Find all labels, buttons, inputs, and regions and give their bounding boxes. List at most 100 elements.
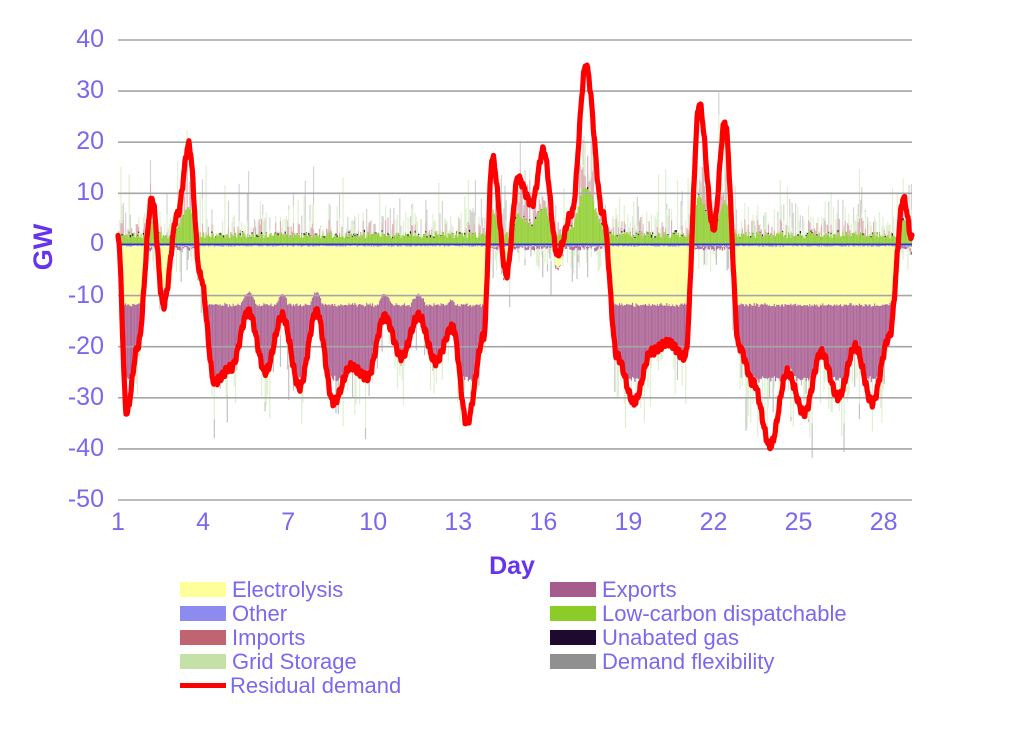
bar-grid-storage-discharge xyxy=(419,236,421,238)
bar-exports xyxy=(782,304,784,377)
bar-low-carbon-dispatchable xyxy=(816,235,818,245)
bar-unabated-gas xyxy=(805,234,807,237)
bar-electrolysis xyxy=(414,246,416,299)
bar-electrolysis xyxy=(289,245,291,304)
bar-exports xyxy=(401,305,403,357)
bar-grid-storage-charge xyxy=(600,248,602,267)
bar-unabated-gas xyxy=(387,232,389,236)
bar-electrolysis xyxy=(432,246,434,307)
bar-low-carbon-dispatchable xyxy=(466,237,468,245)
bar-low-carbon-dispatchable xyxy=(440,236,442,245)
bar-electrolysis xyxy=(315,246,317,294)
bar-exports xyxy=(829,304,831,370)
bar-grid-storage-discharge xyxy=(412,202,414,226)
bar-grid-storage-discharge xyxy=(627,214,629,233)
bar-demand-flexibility-up xyxy=(438,183,440,185)
bar-low-carbon-dispatchable xyxy=(337,237,339,245)
bar-low-carbon-dispatchable xyxy=(785,231,787,245)
legend-item-electrolysis[interactable]: Electrolysis xyxy=(180,578,401,601)
bar-exports xyxy=(503,277,505,281)
bar-demand-flexibility-up xyxy=(262,204,264,215)
bar-imports xyxy=(392,224,394,237)
bar-imports xyxy=(610,229,612,232)
bar-demand-flexibility-down xyxy=(704,250,706,265)
legend-item-exports[interactable]: Exports xyxy=(550,578,847,601)
bar-low-carbon-dispatchable xyxy=(179,226,181,245)
bar-imports xyxy=(184,196,186,210)
bar-exports xyxy=(153,246,155,247)
bar-low-carbon-dispatchable xyxy=(670,235,673,245)
bar-electrolysis xyxy=(250,246,252,294)
bar-low-carbon-dispatchable xyxy=(764,235,766,245)
bar-exports xyxy=(341,304,343,378)
bar-grid-storage-discharge xyxy=(681,205,683,226)
bar-exports xyxy=(545,246,547,249)
x-tick-1: 1 xyxy=(111,508,125,536)
bar-grid-storage-discharge xyxy=(322,229,324,232)
legend-item-other[interactable]: Other xyxy=(180,602,401,625)
legend-swatch-icon xyxy=(180,630,226,645)
legend-item-grid-storage[interactable]: Grid Storage xyxy=(180,650,401,673)
legend-item-demand-flexibility[interactable]: Demand flexibility xyxy=(550,650,847,673)
bar-low-carbon-dispatchable xyxy=(672,232,674,245)
bar-exports xyxy=(702,247,705,251)
bar-low-carbon-dispatchable xyxy=(265,232,267,245)
bar-electrolysis xyxy=(805,246,807,306)
bar-low-carbon-dispatchable xyxy=(424,233,426,245)
bar-low-carbon-dispatchable xyxy=(347,238,349,245)
bar-grid-storage-discharge xyxy=(351,219,354,236)
bar-demand-flexibility-up xyxy=(718,92,720,116)
bar-low-carbon-dispatchable xyxy=(738,233,740,245)
bar-imports xyxy=(393,220,395,235)
bar-electrolysis xyxy=(670,246,673,306)
bar-imports xyxy=(590,177,592,193)
bar-exports xyxy=(344,304,347,369)
bar-low-carbon-dispatchable xyxy=(131,232,133,245)
bar-low-carbon-dispatchable xyxy=(602,229,604,245)
bar-unabated-gas xyxy=(750,235,752,238)
legend-item-imports[interactable]: Imports xyxy=(180,626,401,649)
bar-low-carbon-dispatchable xyxy=(548,218,550,245)
bar-electrolysis xyxy=(854,246,856,307)
bar-exports xyxy=(784,304,786,372)
bar-exports xyxy=(329,305,331,381)
bar-exports xyxy=(518,245,520,249)
bar-imports xyxy=(641,231,643,239)
bar-imports xyxy=(341,226,343,237)
bar-imports xyxy=(596,212,598,215)
bar-electrolysis xyxy=(752,246,754,306)
bar-low-carbon-dispatchable xyxy=(611,234,614,245)
bar-demand-flexibility-up xyxy=(301,215,303,234)
bar-electrolysis xyxy=(162,246,165,291)
bar-electrolysis xyxy=(249,245,251,292)
x-tick-16: 16 xyxy=(529,508,558,536)
bar-low-carbon-dispatchable xyxy=(774,236,777,245)
bar-electrolysis xyxy=(333,245,335,306)
bar-electrolysis xyxy=(412,245,414,300)
bar-electrolysis xyxy=(125,245,127,304)
bar-low-carbon-dispatchable xyxy=(763,237,765,245)
bar-electrolysis xyxy=(400,246,402,307)
bar-grid-storage-discharge xyxy=(844,207,846,222)
bar-exports xyxy=(218,305,220,376)
bar-grid-storage-discharge xyxy=(311,204,313,224)
bar-grid-storage-discharge xyxy=(478,216,480,224)
legend-item-low-carbon-dispatchable[interactable]: Low-carbon dispatchable xyxy=(550,602,847,625)
bar-low-carbon-dispatchable xyxy=(372,234,374,245)
bar-low-carbon-dispatchable xyxy=(637,234,640,245)
bar-exports xyxy=(715,246,718,250)
bar-electrolysis xyxy=(450,245,452,300)
bar-low-carbon-dispatchable xyxy=(334,234,336,245)
bar-imports xyxy=(381,222,383,231)
bar-unabated-gas xyxy=(459,232,461,234)
bar-low-carbon-dispatchable xyxy=(532,224,534,245)
legend-item-residual-demand[interactable]: Residual demand xyxy=(180,674,401,697)
bar-low-carbon-dispatchable xyxy=(377,232,380,245)
bar-electrolysis xyxy=(380,246,382,299)
bar-imports xyxy=(575,213,577,218)
legend-item-unabated-gas[interactable]: Unabated gas xyxy=(550,626,847,649)
bar-grid-storage-discharge xyxy=(878,212,881,232)
bar-demand-flexibility-up xyxy=(860,200,862,228)
bar-low-carbon-dispatchable xyxy=(515,218,517,245)
bar-exports xyxy=(836,304,838,380)
